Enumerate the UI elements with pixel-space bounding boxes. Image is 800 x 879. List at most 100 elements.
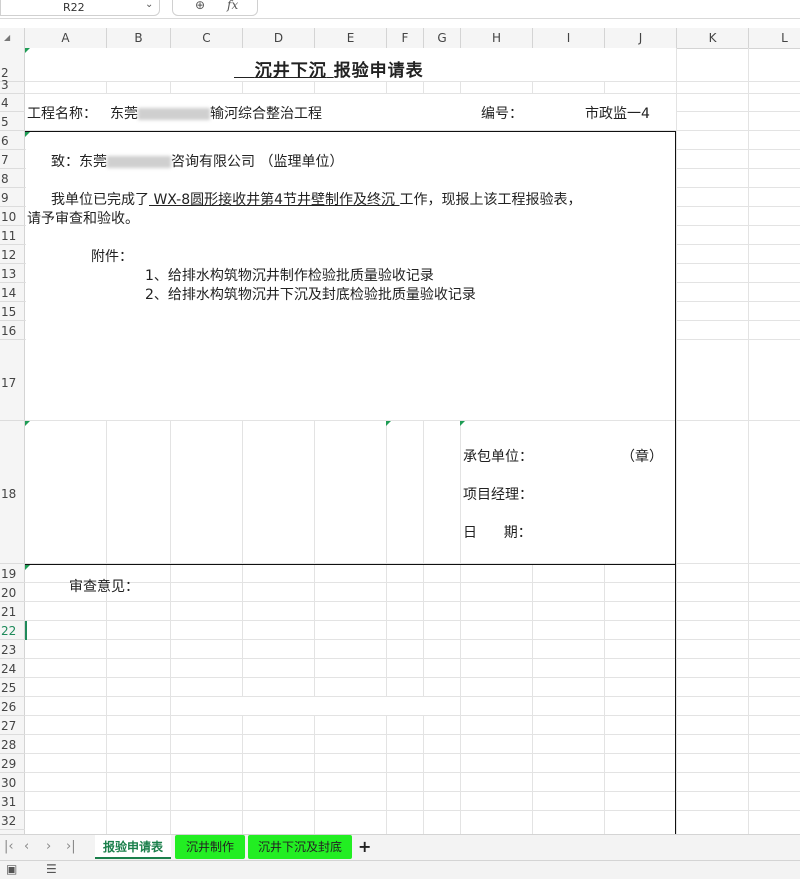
body-line-1: 我单位已完成了 WX-8圆形接收井第4节井壁制作及终沉 工作，现报上该工程报验表… — [51, 189, 582, 209]
row-header-9[interactable]: 9 — [0, 188, 25, 207]
cell-marker — [25, 132, 30, 137]
formula-bar: R22 ⌄ ⊕ fx — [0, 0, 800, 19]
form-border-right — [675, 131, 676, 834]
sheet-tab-caisson-sinking[interactable]: 沉井下沉及封底 — [248, 835, 352, 859]
form-title: 沉井下沉 报验申请表 — [234, 56, 424, 81]
row-header-4[interactable]: 4 — [0, 94, 25, 112]
project-label: 工程名称： — [27, 106, 97, 122]
gridline — [25, 734, 800, 735]
add-sheet-button[interactable]: + — [358, 837, 371, 856]
fx-icon[interactable]: fx — [227, 0, 238, 12]
row-number: 11 — [1, 229, 17, 243]
row-number: 10 — [1, 210, 17, 224]
gridline — [25, 639, 800, 640]
row-header-20[interactable]: 20 — [0, 583, 25, 602]
row-header-24[interactable]: 24 — [0, 659, 25, 678]
row-number: 5 — [1, 115, 9, 129]
row-header-2[interactable]: 2 — [0, 48, 25, 82]
row-header-22[interactable]: 22 — [0, 621, 25, 640]
gridline — [25, 658, 800, 659]
project-name: 东莞 输河综合整治工程 — [110, 103, 322, 123]
sheet-view-icon[interactable]: ☰ — [46, 862, 57, 876]
column-header-j[interactable]: J — [605, 28, 677, 48]
name-box-value: R22 — [63, 1, 85, 14]
column-header-l[interactable]: L — [749, 28, 800, 48]
row-number: 18 — [1, 487, 17, 501]
prev-sheet-icon[interactable]: ‹ — [24, 839, 29, 854]
cell-marker — [25, 421, 30, 426]
row-number: 9 — [1, 191, 9, 205]
row-number: 30 — [1, 776, 17, 790]
select-all-corner[interactable]: ◢ — [0, 28, 25, 48]
last-sheet-icon[interactable]: ›| — [66, 839, 76, 854]
addressee-prefix: 致：东莞 — [51, 154, 107, 170]
row-number: 32 — [1, 814, 17, 828]
row-header-25[interactable]: 25 — [0, 678, 25, 697]
row-header-16[interactable]: 16 — [0, 321, 25, 340]
column-header-d[interactable]: D — [243, 28, 315, 48]
column-header-f[interactable]: F — [387, 28, 424, 48]
row-header-19[interactable]: 19 — [0, 564, 25, 583]
column-header-c[interactable]: C — [171, 28, 243, 48]
column-header-a[interactable]: A — [25, 28, 107, 48]
column-header-h[interactable]: H — [461, 28, 533, 48]
row-header-32[interactable]: 32 — [0, 811, 25, 830]
row-header-17[interactable]: 17 — [0, 340, 25, 421]
contractor-label: 承包单位： — [463, 449, 533, 465]
row-header-30[interactable]: 30 — [0, 773, 25, 792]
column-header-i[interactable]: I — [533, 28, 605, 48]
row-number: 27 — [1, 719, 17, 733]
gridline — [25, 791, 800, 792]
row-header-15[interactable]: 15 — [0, 302, 25, 321]
row-header-8[interactable]: 8 — [0, 169, 25, 188]
sheet-tab-application[interactable]: 报验申请表 — [95, 835, 171, 859]
gridline — [25, 81, 800, 82]
row-header-6[interactable]: 6 — [0, 131, 25, 150]
row-number: 12 — [1, 248, 17, 262]
row-header-18[interactable]: 18 — [0, 421, 25, 564]
row-header-7[interactable]: 7 — [0, 150, 25, 169]
review-label: 审查意见： — [69, 579, 139, 595]
row-number: 20 — [1, 586, 17, 600]
row-header-27[interactable]: 27 — [0, 716, 25, 735]
first-sheet-icon[interactable]: |‹ — [4, 839, 14, 854]
macro-record-icon[interactable]: ▣ — [6, 862, 17, 876]
gridline — [25, 810, 800, 811]
row-header-26[interactable]: 26 — [0, 697, 25, 716]
row-number: 3 — [1, 78, 9, 92]
name-box[interactable]: R22 ⌄ — [0, 0, 160, 16]
row-header-13[interactable]: 13 — [0, 264, 25, 283]
row-header-31[interactable]: 31 — [0, 792, 25, 811]
column-header-e[interactable]: E — [315, 28, 387, 48]
row-header-11[interactable]: 11 — [0, 226, 25, 245]
row-header-23[interactable]: 23 — [0, 640, 25, 659]
column-header-k[interactable]: K — [677, 28, 749, 48]
column-header-g[interactable]: G — [424, 28, 461, 48]
zoom-icon[interactable]: ⊕ — [195, 0, 205, 12]
gridline — [25, 601, 800, 602]
row-header-29[interactable]: 29 — [0, 754, 25, 773]
column-header-b[interactable]: B — [107, 28, 171, 48]
row-header-28[interactable]: 28 — [0, 735, 25, 754]
formula-controls: ⊕ fx — [172, 0, 258, 16]
row-number: 29 — [1, 757, 17, 771]
row-header-5[interactable]: 5 — [0, 112, 25, 131]
row-header-12[interactable]: 12 — [0, 245, 25, 264]
row-header-21[interactable]: 21 — [0, 602, 25, 621]
body-prefix: 我单位已完成了 — [51, 192, 149, 208]
row-number: 13 — [1, 267, 17, 281]
row-header-14[interactable]: 14 — [0, 283, 25, 302]
chevron-down-icon[interactable]: ⌄ — [145, 0, 153, 10]
column-header: ◢ A B C D E F G H I J K L — [0, 28, 800, 49]
row-header-10[interactable]: 10 — [0, 207, 25, 226]
sheet-tab-caisson-fabrication[interactable]: 沉井制作 — [175, 835, 245, 859]
next-sheet-icon[interactable]: › — [46, 839, 51, 854]
sheet-cells[interactable]: 沉井下沉 报验申请表 工程名称： 东莞 输河综合整治工程 编号： 市政监一4 致：… — [25, 48, 800, 834]
gridline — [25, 582, 800, 583]
status-bar: ▣ ☰ — [0, 860, 800, 879]
row-header-3[interactable]: 3 — [0, 78, 25, 94]
row-number: 7 — [1, 153, 9, 167]
addressee-unit: （监理单位） — [259, 154, 344, 170]
title-underlined-part: 沉井下沉 — [234, 61, 334, 81]
form-border-mid — [25, 564, 676, 565]
